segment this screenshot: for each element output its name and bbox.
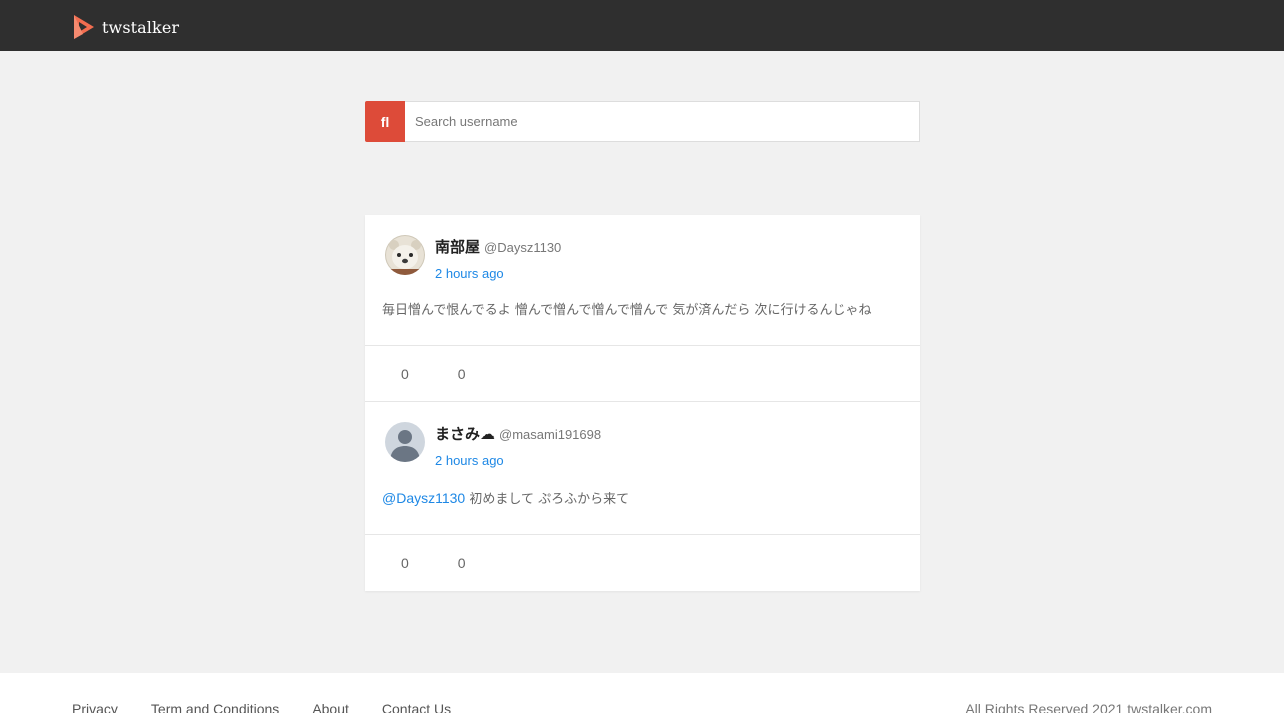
like-button[interactable]: 0	[441, 555, 466, 571]
retweet-count: 0	[401, 555, 409, 571]
tweet-timestamp[interactable]: 2 hours ago	[435, 453, 601, 468]
site-footer: Privacy Term and Conditions About Contac…	[0, 673, 1284, 713]
footer-links: Privacy Term and Conditions About Contac…	[72, 701, 484, 713]
footer-link-about[interactable]: About	[312, 701, 349, 713]
display-name[interactable]: 南部屋	[435, 236, 480, 257]
retweet-count: 0	[401, 365, 409, 382]
retweet-button[interactable]: 0	[384, 555, 409, 571]
search-input[interactable]	[405, 101, 920, 142]
tweet-text: 毎日憎んで恨んでるよ 憎んで憎んで憎んで憎んで 気が済んだら 次に行けるんじゃね	[382, 297, 903, 345]
tweet-actions: 0 0	[365, 345, 920, 402]
footer-link-contact[interactable]: Contact Us	[382, 701, 451, 713]
like-button[interactable]: 0	[441, 366, 466, 382]
avatar-image	[385, 235, 425, 275]
search-icon: ﬂ	[380, 113, 390, 130]
footer-link-privacy[interactable]: Privacy	[72, 701, 118, 713]
copyright-text: All Rights Reserved 2021 twstalker.com	[965, 701, 1212, 713]
tweet-text-body: 毎日憎んで恨んでるよ 憎んで憎んで憎んで憎んで 気が済んだら 次に行けるんじゃね	[382, 303, 872, 318]
username-handle[interactable]: @Daysz1130	[484, 240, 561, 255]
display-name[interactable]: まさみ☁	[435, 423, 495, 444]
tweet-actions: 0 0	[365, 534, 920, 591]
tweet-feed: 南部屋 @Daysz1130 2 hours ago 毎日憎んで恨んでるよ 憎ん…	[365, 215, 920, 591]
mention-link[interactable]: @Daysz1130	[382, 490, 465, 506]
site-name: twstalker	[102, 17, 180, 37]
site-logo[interactable]: twstalker	[72, 14, 179, 40]
footer-link-terms[interactable]: Term and Conditions	[151, 701, 279, 713]
like-count: 0	[457, 365, 466, 382]
like-count: 0	[457, 555, 466, 571]
tweet-text: @Daysz1130 初めまして ぷろふから来て	[382, 484, 903, 534]
tweet-text-body: 初めまして ぷろふから来て	[469, 492, 630, 507]
tweet-card: まさみ☁ @masami191698 2 hours ago @Daysz113…	[365, 402, 920, 591]
tweet-card: 南部屋 @Daysz1130 2 hours ago 毎日憎んで恨んでるよ 憎ん…	[365, 215, 920, 402]
avatar[interactable]	[385, 235, 425, 275]
retweet-button[interactable]: 0	[384, 366, 409, 382]
tweet-timestamp[interactable]: 2 hours ago	[435, 266, 561, 281]
search-button[interactable]: ﬂ	[365, 101, 405, 142]
logo-icon	[74, 15, 94, 39]
default-avatar-icon	[385, 422, 425, 462]
top-navbar: twstalker	[0, 0, 1284, 51]
username-handle[interactable]: @masami191698	[499, 427, 601, 442]
avatar[interactable]	[385, 422, 425, 462]
search-bar: ﬂ	[365, 101, 920, 142]
